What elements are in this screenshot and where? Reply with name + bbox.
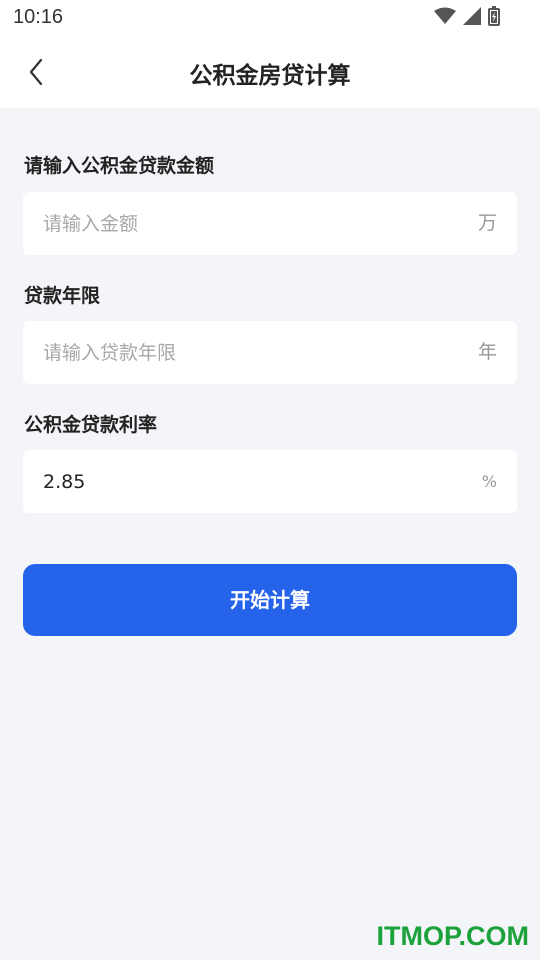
status-time: 10:16 <box>13 6 64 28</box>
amount-field[interactable]: 万 <box>23 192 517 255</box>
watermark: ITMOP.COM <box>376 921 529 951</box>
signal-icon <box>462 7 482 29</box>
status-icons <box>434 6 500 30</box>
rate-label: 公积金贷款利率 <box>24 414 158 436</box>
term-unit: 年 <box>477 341 497 363</box>
battery-icon <box>488 6 500 30</box>
term-field[interactable]: 年 <box>23 321 517 384</box>
status-bar: 10:16 <box>0 0 540 36</box>
nav-bar: 公积金房贷计算 <box>0 36 540 108</box>
term-label: 贷款年限 <box>24 285 101 307</box>
amount-label: 请输入公积金贷款金额 <box>24 155 215 177</box>
calculate-button[interactable]: 开始计算 <box>23 564 517 636</box>
rate-field[interactable]: % <box>23 450 517 513</box>
rate-unit: % <box>481 472 497 491</box>
wifi-icon <box>434 7 456 29</box>
rate-input[interactable] <box>43 450 443 513</box>
term-input[interactable] <box>43 321 443 384</box>
amount-unit: 万 <box>477 212 497 234</box>
amount-input[interactable] <box>43 192 443 255</box>
page-title: 公积金房贷计算 <box>189 63 351 89</box>
